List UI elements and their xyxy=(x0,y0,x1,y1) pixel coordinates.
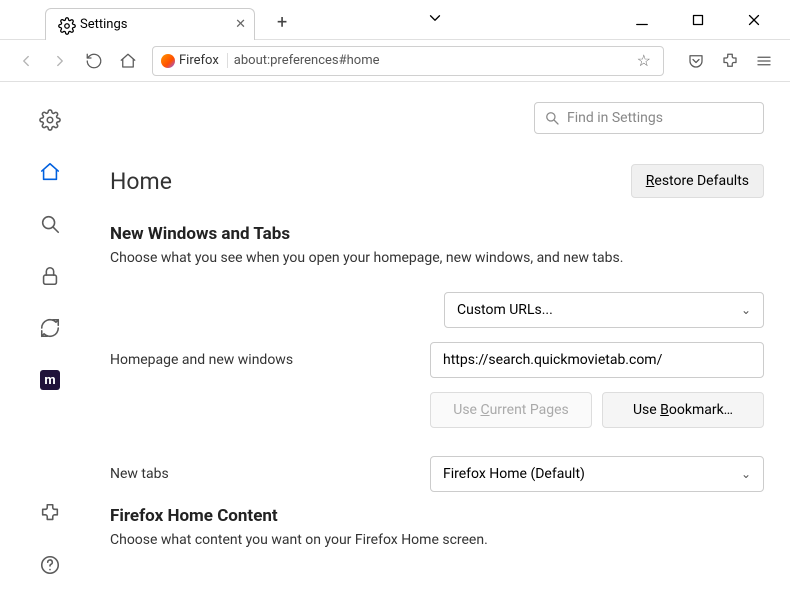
app-menu-button[interactable] xyxy=(754,51,774,71)
homepage-mode-value: Custom URLs... xyxy=(457,302,553,318)
url-text: about:preferences#home xyxy=(234,53,627,68)
page-title: Home xyxy=(110,168,172,195)
find-in-settings-input[interactable]: Find in Settings xyxy=(534,102,764,134)
m-badge-icon: m xyxy=(40,370,60,390)
chevron-down-icon: ⌄ xyxy=(741,467,751,481)
browser-toolbar: Firefox about:preferences#home ☆ xyxy=(0,40,790,82)
settings-main: Find in Settings Home Restore Defaults N… xyxy=(100,82,790,597)
toolbar-right xyxy=(686,51,774,71)
back-button[interactable] xyxy=(16,51,36,71)
sidebar-item-search[interactable] xyxy=(32,206,68,242)
close-icon[interactable]: ✕ xyxy=(235,17,246,32)
section-heading-home-content: Firefox Home Content xyxy=(110,506,764,526)
section2-description: Choose what content you want on your Fir… xyxy=(110,532,764,548)
content-area: m Find in Settings Home Restore Defaults… xyxy=(0,82,790,597)
url-identity[interactable]: Firefox xyxy=(161,53,228,68)
sidebar-item-sync[interactable] xyxy=(32,310,68,346)
extensions-icon[interactable] xyxy=(720,51,740,71)
find-placeholder: Find in Settings xyxy=(567,110,663,126)
new-tab-button[interactable]: + xyxy=(269,8,295,37)
restore-rest: estore Defaults xyxy=(654,173,749,189)
url-bar[interactable]: Firefox about:preferences#home ☆ xyxy=(152,46,664,76)
maximize-button[interactable] xyxy=(680,5,716,35)
sidebar-item-home[interactable] xyxy=(32,154,68,190)
tabs-overflow-button[interactable] xyxy=(426,9,444,31)
use-current-pages-button[interactable]: Use Current Pages xyxy=(430,392,592,428)
gear-icon xyxy=(58,17,72,31)
section-heading-new-windows: New Windows and Tabs xyxy=(110,224,764,244)
pocket-icon[interactable] xyxy=(686,51,706,71)
sidebar-item-extensions[interactable] xyxy=(32,495,68,531)
sidebar-item-more[interactable]: m xyxy=(32,362,68,398)
bookmark-star-icon[interactable]: ☆ xyxy=(633,51,655,70)
url-badge-text: Firefox xyxy=(179,53,219,68)
use-bookmark-button[interactable]: Use Bookmark… xyxy=(602,392,764,428)
home-button[interactable] xyxy=(118,51,138,71)
tab-title: Settings xyxy=(80,17,127,32)
newtabs-value: Firefox Home (Default) xyxy=(443,466,585,482)
browser-tab-settings[interactable]: Settings ✕ xyxy=(45,8,255,40)
sidebar-item-privacy[interactable] xyxy=(32,258,68,294)
forward-button[interactable] xyxy=(50,51,70,71)
section-description: Choose what you see when you open your h… xyxy=(110,250,764,266)
reload-button[interactable] xyxy=(84,51,104,71)
newtabs-label: New tabs xyxy=(110,466,430,482)
close-window-button[interactable] xyxy=(736,5,772,35)
newtabs-dropdown[interactable]: Firefox Home (Default) ⌄ xyxy=(430,456,764,492)
minimize-button[interactable] xyxy=(624,5,660,35)
window-titlebar: Settings ✕ + xyxy=(0,0,790,40)
firefox-icon xyxy=(161,54,175,68)
homepage-mode-dropdown[interactable]: Custom URLs... ⌄ xyxy=(444,292,764,328)
restore-defaults-button[interactable]: Restore Defaults xyxy=(631,164,764,198)
chevron-down-icon: ⌄ xyxy=(741,303,751,317)
homepage-url-input[interactable] xyxy=(430,342,764,378)
sidebar-item-general[interactable] xyxy=(32,102,68,138)
sidebar-item-help[interactable] xyxy=(32,547,68,583)
settings-sidebar: m xyxy=(0,82,100,597)
homepage-label: Homepage and new windows xyxy=(110,352,430,368)
window-controls xyxy=(624,5,790,35)
